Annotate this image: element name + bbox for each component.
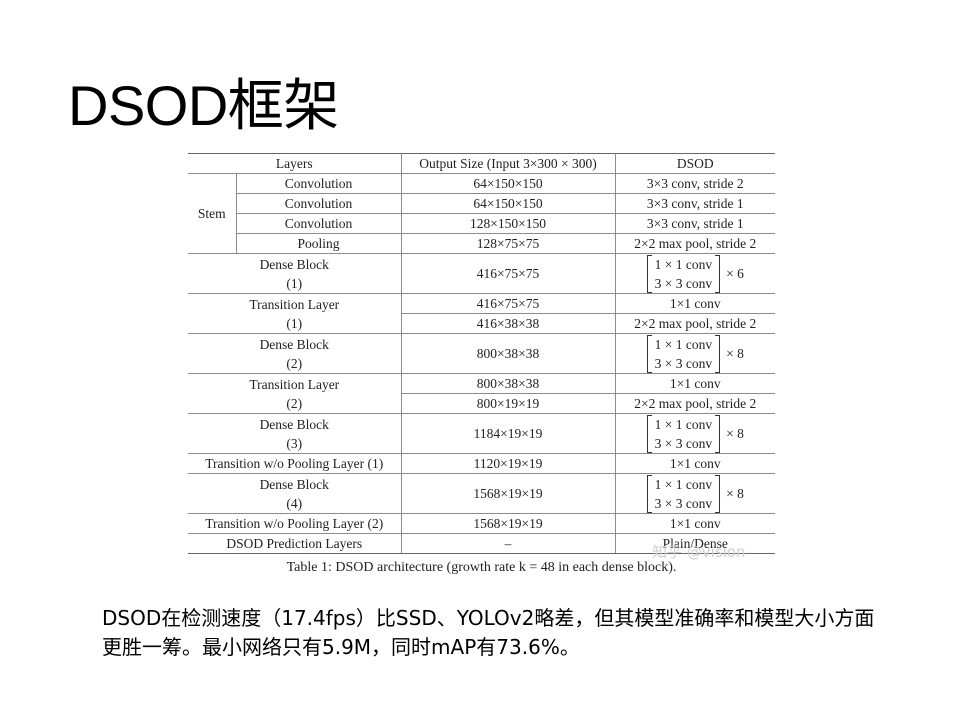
- output-cell: 1184×19×19: [401, 413, 616, 454]
- dsod-cell: 1×1 conv: [615, 453, 775, 474]
- output-cell: 64×150×150: [401, 193, 616, 214]
- matrix-row: 1 × 1 conv: [654, 416, 713, 432]
- layer-cell: Convolution: [236, 173, 402, 194]
- layer-cell: Pooling: [236, 233, 402, 254]
- layer-cell: Dense Block (2): [188, 333, 402, 374]
- layer-index: (2): [286, 355, 303, 371]
- layer-cell: Transition w/o Pooling Layer (2): [188, 513, 402, 534]
- table-caption: Table 1: DSOD architecture (growth rate …: [286, 560, 677, 575]
- table-row: Dense Block (3) 1184×19×19 1 × 1 conv 3 …: [188, 413, 775, 454]
- dsod-cell: 3×3 conv, stride 1: [615, 193, 775, 214]
- conv-matrix: 1 × 1 conv 3 × 3 conv × 8: [646, 474, 744, 513]
- header-dsod: DSOD: [615, 153, 775, 174]
- table-row: Stem Convolution 64×150×150 3×3 conv, st…: [188, 173, 775, 254]
- layer-cell: DSOD Prediction Layers: [188, 533, 402, 554]
- table-row: Convolution 128×150×150 3×3 conv, stride…: [188, 213, 775, 234]
- output-cell: 128×75×75: [401, 233, 616, 254]
- output-cell: 800×38×38: [401, 373, 616, 394]
- watermark-text: 知乎 @vision: [652, 543, 746, 561]
- layer-index: (4): [286, 495, 303, 511]
- layer-cell: Convolution: [236, 193, 402, 214]
- layer-cell: Transition Layer (2): [188, 373, 402, 414]
- table-row: Transition Layer (1) 416×75×75 1×1 conv: [188, 293, 775, 334]
- matrix-bracket: 1 × 1 conv 3 × 3 conv: [646, 334, 721, 373]
- table-row: Transition Layer (2) 800×38×38 1×1 conv: [188, 373, 775, 414]
- table-row: Dense Block (1) 416×75×75 1 × 1 conv 3 ×…: [188, 253, 775, 294]
- output-cell: 1568×19×19: [401, 473, 616, 514]
- repeat-multiplier: × 8: [726, 345, 744, 361]
- dsod-cell: 1 × 1 conv 3 × 3 conv × 6: [615, 253, 775, 294]
- dsod-cell: 1 × 1 conv 3 × 3 conv × 8: [615, 473, 775, 514]
- dsod-cell: 2×2 max pool, stride 2: [615, 313, 775, 334]
- output-cell: 1568×19×19: [401, 513, 616, 534]
- dsod-architecture-table: Layers Output Size (Input 3×300 × 300) D…: [188, 153, 775, 554]
- matrix-row: 3 × 3 conv: [654, 435, 713, 451]
- output-cell: 1120×19×19: [401, 453, 616, 474]
- matrix-row: 3 × 3 conv: [654, 355, 713, 371]
- architecture-table: Layers Output Size (Input 3×300 × 300) D…: [188, 153, 775, 554]
- dsod-cell: 3×3 conv, stride 1: [615, 213, 775, 234]
- table-header-row: Layers Output Size (Input 3×300 × 300) D…: [188, 153, 775, 174]
- repeat-multiplier: × 8: [726, 425, 744, 441]
- slide-title: DSOD框架: [68, 74, 339, 137]
- output-cell: 128×150×150: [401, 213, 616, 234]
- matrix-row: 1 × 1 conv: [654, 336, 713, 352]
- dsod-cell: 1×1 conv: [615, 513, 775, 534]
- layer-name: Dense Block: [259, 476, 329, 492]
- table-row: Dense Block (4) 1568×19×19 1 × 1 conv 3 …: [188, 473, 775, 514]
- layer-cell: Dense Block (1): [188, 253, 402, 294]
- matrix-bracket: 1 × 1 conv 3 × 3 conv: [646, 474, 721, 513]
- layer-name: Transition Layer: [249, 376, 340, 392]
- conv-matrix: 1 × 1 conv 3 × 3 conv × 8: [646, 414, 744, 453]
- table-row: Transition w/o Pooling Layer (2) 1568×19…: [188, 513, 775, 534]
- output-cell: 416×75×75: [401, 293, 616, 314]
- output-cell: 800×19×19: [401, 393, 616, 414]
- dsod-cell: 1 × 1 conv 3 × 3 conv × 8: [615, 333, 775, 374]
- table-row: Pooling 128×75×75 2×2 max pool, stride 2: [188, 233, 775, 254]
- output-cell: 64×150×150: [401, 173, 616, 194]
- matrix-bracket: 1 × 1 conv 3 × 3 conv: [646, 254, 721, 293]
- stem-label: Stem: [188, 173, 237, 254]
- table-row: Transition w/o Pooling Layer (1) 1120×19…: [188, 453, 775, 474]
- dsod-cell: 1×1 conv: [615, 293, 775, 314]
- dsod-cell: 3×3 conv, stride 2: [615, 173, 775, 194]
- header-output-size: Output Size (Input 3×300 × 300): [401, 153, 616, 174]
- layer-name: Dense Block: [259, 416, 329, 432]
- dsod-cell: 2×2 max pool, stride 2: [615, 393, 775, 414]
- table-row: Convolution 64×150×150 3×3 conv, stride …: [188, 193, 775, 214]
- matrix-row: 1 × 1 conv: [654, 256, 713, 272]
- summary-text: DSOD在检测速度（17.4fps）比SSD、YOLOv2略差，但其模型准确率和…: [102, 606, 875, 659]
- matrix-row: 3 × 3 conv: [654, 275, 713, 291]
- table-row: Dense Block (2) 800×38×38 1 × 1 conv 3 ×…: [188, 333, 775, 374]
- layer-name: Dense Block: [259, 336, 329, 352]
- dsod-cell: 1×1 conv: [615, 373, 775, 394]
- matrix-bracket: 1 × 1 conv 3 × 3 conv: [646, 414, 721, 453]
- layer-index: (3): [286, 435, 303, 451]
- conv-matrix: 1 × 1 conv 3 × 3 conv × 8: [646, 334, 744, 373]
- layer-index: (1): [286, 275, 303, 291]
- layer-index: (1): [286, 315, 303, 331]
- repeat-multiplier: × 8: [726, 485, 744, 501]
- matrix-row: 1 × 1 conv: [654, 476, 713, 492]
- layer-index: (2): [286, 395, 303, 411]
- layer-cell: Dense Block (4): [188, 473, 402, 514]
- output-cell: –: [401, 533, 616, 554]
- repeat-multiplier: × 6: [726, 265, 744, 281]
- dsod-cell: 2×2 max pool, stride 2: [615, 233, 775, 254]
- matrix-row: 3 × 3 conv: [654, 495, 713, 511]
- dsod-cell: 1 × 1 conv 3 × 3 conv × 8: [615, 413, 775, 454]
- output-cell: 416×38×38: [401, 313, 616, 334]
- layer-cell: Transition Layer (1): [188, 293, 402, 334]
- conv-matrix: 1 × 1 conv 3 × 3 conv × 6: [646, 254, 744, 293]
- layer-cell: Convolution: [236, 213, 402, 234]
- output-cell: 800×38×38: [401, 333, 616, 374]
- layer-cell: Dense Block (3): [188, 413, 402, 454]
- layer-name: Transition Layer: [249, 296, 340, 312]
- layer-name: Dense Block: [259, 256, 329, 272]
- header-layers: Layers: [188, 153, 402, 174]
- output-cell: 416×75×75: [401, 253, 616, 294]
- layer-cell: Transition w/o Pooling Layer (1): [188, 453, 402, 474]
